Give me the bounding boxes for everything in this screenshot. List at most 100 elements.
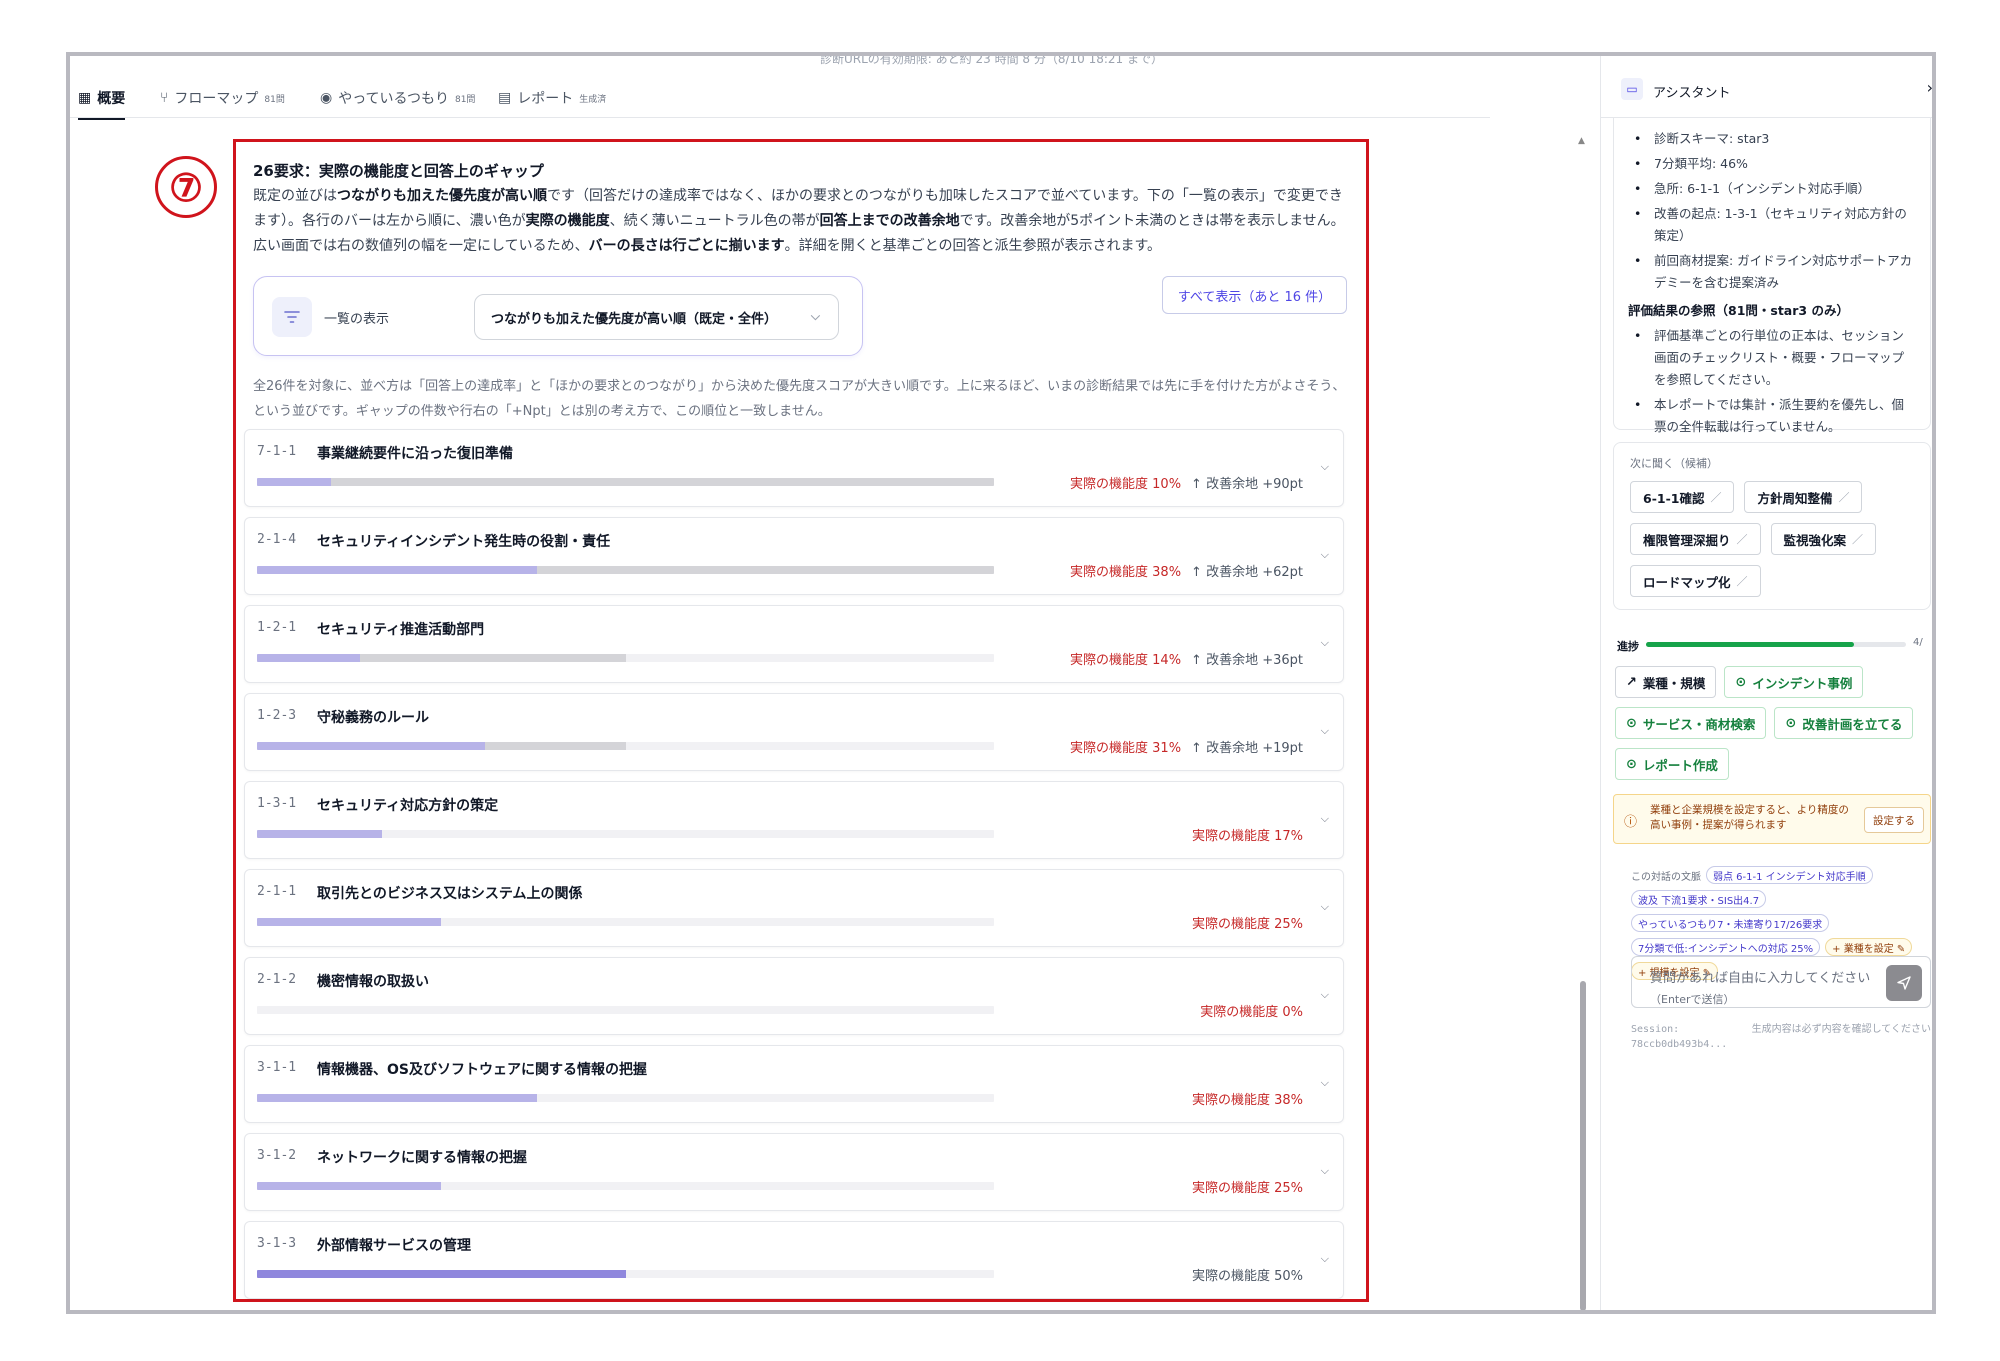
row-metrics: 実際の機能度 50% bbox=[1192, 1265, 1303, 1284]
tab-0[interactable]: ▦ 概要 bbox=[78, 88, 126, 120]
requirement-row[interactable]: 7-1-1 事業継続要件に沿った復旧準備 実際の機能度 10% ↑ 改善余地 +90p… bbox=[244, 429, 1344, 507]
progress-count: 4/ bbox=[1913, 637, 1923, 648]
next-question-chip[interactable]: 権限管理深掘り ／ bbox=[1630, 523, 1761, 555]
capability-bar bbox=[257, 566, 994, 574]
requirement-title: セキュリティ対応方針の策定 bbox=[317, 798, 499, 814]
next-questions-card: 次に聞く（候補） 6-1-1確認／方針周知整備／権限管理深掘り／監視強化案／ロー… bbox=[1613, 442, 1931, 610]
tab-1[interactable]: ⑂ フローマップ 81問 bbox=[160, 88, 285, 108]
requirement-row[interactable]: 1-2-1 セキュリティ推進活動部門 実際の機能度 14% ↑ 改善余地 +36pt ⌵ bbox=[244, 605, 1344, 683]
check-circle-icon: ⊙ bbox=[1626, 756, 1637, 772]
expand-chevron-icon[interactable]: ⌵ bbox=[1321, 460, 1329, 474]
context-pill[interactable]: やっているつもり7・未達寄り17/26要求 bbox=[1631, 914, 1830, 932]
question-input[interactable]: 質問があれば自由に入力してください （Enterで送信） bbox=[1631, 956, 1931, 1008]
requirement-code: 2-1-4 bbox=[257, 532, 297, 547]
arrow-up-right-icon: ↗ bbox=[1626, 674, 1637, 690]
tab-3[interactable]: ▤ レポート 生成済 bbox=[498, 88, 606, 108]
expand-chevron-icon[interactable]: ⌵ bbox=[1321, 548, 1329, 562]
requirement-title: セキュリティインシデント発生時の役割・責任 bbox=[317, 534, 611, 550]
row-metrics: 実際の機能度 38% bbox=[1192, 1089, 1303, 1108]
progress-label: 進捗 bbox=[1617, 640, 1639, 653]
progress-step[interactable]: ↗ 業種・規模 bbox=[1615, 666, 1717, 698]
expand-chevron-icon[interactable]: ⌵ bbox=[1321, 724, 1329, 738]
requirement-row[interactable]: 1-2-3 守秘義務のルール 実際の機能度 31% ↑ 改善余地 +19pt ⌵ bbox=[244, 693, 1344, 771]
scroll-up-icon[interactable]: ▲ bbox=[1578, 136, 1585, 146]
description-text: 。詳細を開くと基準ごとの回答と派生参照が表示されます。 bbox=[784, 238, 1162, 254]
context-pill[interactable]: 波及 下流1要求・SIS出4.7 bbox=[1631, 890, 1767, 908]
expand-chevron-icon[interactable]: ⌵ bbox=[1321, 1164, 1329, 1178]
requirement-row[interactable]: 3-1-2 ネットワークに関する情報の把握 実際の機能度 25% ⌵ bbox=[244, 1133, 1344, 1211]
capability-fill bbox=[257, 742, 485, 750]
context-pill[interactable]: + 業種を設定 ✎ bbox=[1825, 938, 1913, 956]
next-question-chip[interactable]: 監視強化案 ／ bbox=[1770, 523, 1877, 555]
row-metrics: 実際の機能度 0% bbox=[1200, 1001, 1303, 1020]
row-metrics: 実際の機能度 17% bbox=[1192, 825, 1303, 844]
capability-fill bbox=[257, 654, 360, 662]
section-description: 既定の並びはつながりも加えた優先度が高い順です（回答だけの達成率ではなく、ほかの… bbox=[253, 184, 1348, 259]
expand-chevron-icon[interactable]: ⌵ bbox=[1321, 636, 1329, 650]
scrollbar-thumb[interactable] bbox=[1580, 981, 1586, 1310]
configure-button[interactable]: 設定する bbox=[1864, 807, 1924, 833]
expand-chevron-icon[interactable]: ⌵ bbox=[1321, 900, 1329, 914]
capability-value: 実際の機能度 17% bbox=[1191, 829, 1303, 844]
capability-value: 実際の機能度 14% bbox=[1070, 653, 1182, 668]
assistant-title: アシスタント bbox=[1653, 86, 1731, 101]
edit-icon: ／ bbox=[1736, 575, 1748, 588]
expand-chevron-icon[interactable]: ⌵ bbox=[1321, 988, 1329, 1002]
progress-step[interactable]: ⊙ サービス・商材検索 bbox=[1615, 707, 1767, 739]
progress-bar-fill bbox=[1646, 642, 1854, 647]
progress-step[interactable]: ⊙ 改善計画を立てる bbox=[1774, 707, 1914, 739]
requirement-row[interactable]: 3-1-1 情報機器、OS及びソフトウェアに関する情報の把握実際の機能度 38% ⌵ bbox=[244, 1045, 1344, 1123]
edit-icon: ／ bbox=[1838, 491, 1850, 504]
requirement-code: 1-2-3 bbox=[257, 708, 297, 723]
summary-item: 改善の起点: 1-3-1（セキュリティ対応方針の策定） bbox=[1628, 203, 1916, 247]
send-icon[interactable] bbox=[1886, 965, 1922, 1001]
sort-order-select[interactable]: つながりも加えた優先度が高い順（既定・全件） ⌵ bbox=[474, 294, 839, 340]
context-pill[interactable]: 7分類で低:インシデントへの対応 25% bbox=[1631, 938, 1821, 956]
requirement-row[interactable]: 3-1-3 外部情報サービスの管理 実際の機能度 50% ⌵ bbox=[244, 1221, 1344, 1299]
tab-2[interactable]: ◉ やっているつもり 81問 bbox=[320, 88, 475, 108]
next-question-chip[interactable]: 方針周知整備 ／ bbox=[1744, 481, 1863, 513]
warning-icon: ⓘ bbox=[1624, 815, 1638, 830]
row-metrics: 実際の機能度 25% bbox=[1192, 1177, 1303, 1196]
next-question-chip[interactable]: ロードマップ化 ／ bbox=[1630, 565, 1761, 597]
requirement-row[interactable]: 2-1-4 セキュリティインシデント発生時の役割・責任 実際の機能度 38% ↑ 改善… bbox=[244, 517, 1344, 595]
tab-label: やっているつもり bbox=[338, 91, 449, 107]
capability-bar bbox=[257, 654, 994, 662]
emphasis-text: 回答上までの改善余地 bbox=[819, 213, 960, 229]
tab-bar: ▦ 概要 ⑂ フローマップ 81問 ◉ やっているつもり 81問 ▤ レポート 生成済 bbox=[70, 78, 1490, 120]
main-scrollbar[interactable]: ▲ ▼ bbox=[1578, 136, 1588, 1314]
row-metrics: 実際の機能度 14% ↑ 改善余地 +36pt bbox=[1070, 649, 1303, 668]
capability-bar bbox=[257, 1006, 994, 1014]
requirement-row[interactable]: 2-1-2 機密情報の取扱い 実際の機能度 0% ⌵ bbox=[244, 957, 1344, 1035]
expand-chevron-icon[interactable]: ⌵ bbox=[1321, 1076, 1329, 1090]
tab-label: フローマップ bbox=[174, 91, 259, 107]
context-label: この対話の文脈 bbox=[1631, 871, 1701, 883]
context-pill[interactable]: 弱点 6-1-1 インシデント対応手順 bbox=[1706, 866, 1873, 884]
capability-value: 実際の機能度 25% bbox=[1191, 917, 1303, 932]
list-view-control: 一覧の表示 つながりも加えた優先度が高い順（既定・全件） ⌵ bbox=[253, 276, 863, 356]
capability-bar bbox=[257, 830, 994, 838]
summary-item: 急所: 6-1-1（インシデント対応手順） bbox=[1628, 178, 1916, 200]
progress-step[interactable]: ⊙ インシデント事例 bbox=[1724, 666, 1864, 698]
summary-item: 7分類平均: 46% bbox=[1628, 153, 1916, 175]
chip-label: 6-1-1確認 bbox=[1643, 490, 1705, 506]
assistant-panel: ▭ アシスタント › 診断スキーマ: star3 7分類平均: 46% 急所: 6-… bbox=[1600, 56, 1932, 1310]
expand-chevron-icon[interactable]: ⌵ bbox=[1321, 812, 1329, 826]
reference-item: 評価基準ごとの行単位の正本は、セッション画面のチェックリスト・概要・フローマップ… bbox=[1628, 325, 1916, 391]
capability-bar bbox=[257, 742, 994, 750]
next-question-chip[interactable]: 6-1-1確認 ／ bbox=[1630, 481, 1735, 513]
progress-step[interactable]: ⊙ レポート作成 bbox=[1615, 748, 1729, 780]
progress-bar bbox=[1646, 642, 1906, 647]
show-all-button[interactable]: すべて表示（あと 16 件） bbox=[1162, 276, 1347, 314]
requirement-row[interactable]: 2-1-1 取引先とのビジネス又はシステム上の関係 実際の機能度 25% ⌵ bbox=[244, 869, 1344, 947]
requirement-code: 3-1-1 bbox=[257, 1060, 297, 1075]
expand-chevron-icon[interactable]: ⌵ bbox=[1321, 1252, 1329, 1266]
capability-fill bbox=[257, 478, 331, 486]
scroll-down-icon[interactable]: ▼ bbox=[1578, 1312, 1585, 1314]
next-questions-label: 次に聞く（候補） bbox=[1630, 457, 1718, 470]
requirement-title: 情報機器、OS及びソフトウェアに関する情報の把握 bbox=[317, 1062, 647, 1078]
edit-icon: ／ bbox=[1736, 533, 1748, 546]
session-id: Session: 78ccb0db493b4... bbox=[1631, 1024, 1728, 1050]
requirement-row[interactable]: 1-3-1 セキュリティ対応方針の策定 実際の機能度 17% ⌵ bbox=[244, 781, 1344, 859]
collapse-panel-icon[interactable]: › bbox=[1927, 78, 1932, 97]
